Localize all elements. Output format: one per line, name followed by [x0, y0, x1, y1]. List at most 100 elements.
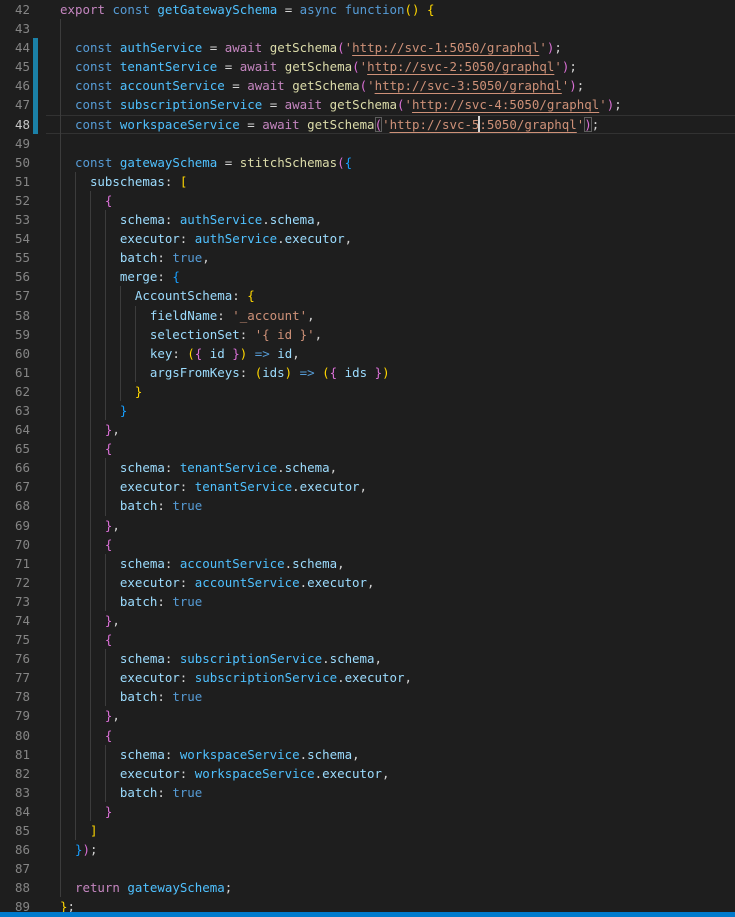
code-line[interactable]: 60key: ({ id }) => id,: [0, 344, 735, 363]
line-number[interactable]: 81: [0, 745, 46, 764]
line-number[interactable]: 58: [0, 306, 46, 325]
code-line[interactable]: 75{: [0, 630, 735, 649]
line-number[interactable]: 82: [0, 764, 46, 783]
code-token: executor: [307, 575, 367, 590]
line-number[interactable]: 63: [0, 401, 46, 420]
code-line[interactable]: 68batch: true: [0, 496, 735, 515]
line-number[interactable]: 83: [0, 783, 46, 802]
line-number[interactable]: 48: [0, 115, 46, 134]
line-number[interactable]: 80: [0, 726, 46, 745]
line-number[interactable]: 72: [0, 573, 46, 592]
code-line[interactable]: 42export const getGatewaySchema = async …: [0, 0, 735, 19]
code-token: .: [262, 212, 270, 227]
line-number[interactable]: 44: [0, 38, 46, 57]
line-number[interactable]: 52: [0, 191, 46, 210]
line-number[interactable]: 66: [0, 458, 46, 477]
code-line[interactable]: 63}: [0, 401, 735, 420]
code-line[interactable]: 65{: [0, 439, 735, 458]
line-number[interactable]: 88: [0, 878, 46, 897]
code-line[interactable]: 53schema: authService.schema,: [0, 210, 735, 229]
code-line[interactable]: 59selectionSet: '{ id }',: [0, 325, 735, 344]
line-number[interactable]: 76: [0, 649, 46, 668]
line-number[interactable]: 42: [0, 0, 46, 19]
code-line[interactable]: 55batch: true,: [0, 248, 735, 267]
code-token: :: [157, 594, 172, 609]
line-number[interactable]: 77: [0, 668, 46, 687]
code-line[interactable]: 51subschemas: [: [0, 172, 735, 191]
code-line[interactable]: 57AccountSchema: {: [0, 286, 735, 305]
code-token: schema: [120, 212, 165, 227]
line-number[interactable]: 57: [0, 286, 46, 305]
code-line[interactable]: 72executor: accountService.executor,: [0, 573, 735, 592]
code-line[interactable]: 43: [0, 19, 735, 38]
code-line[interactable]: 74},: [0, 611, 735, 630]
line-number[interactable]: 85: [0, 821, 46, 840]
code-line[interactable]: 84}: [0, 802, 735, 821]
code-line[interactable]: 69},: [0, 516, 735, 535]
line-number[interactable]: 56: [0, 267, 46, 286]
code-line[interactable]: 71schema: accountService.schema,: [0, 554, 735, 573]
line-number[interactable]: 71: [0, 554, 46, 573]
code-line[interactable]: 87: [0, 859, 735, 878]
line-number[interactable]: 65: [0, 439, 46, 458]
code-line[interactable]: 56merge: {: [0, 267, 735, 286]
code-line[interactable]: 82executor: workspaceService.executor,: [0, 764, 735, 783]
line-number[interactable]: 68: [0, 496, 46, 515]
code-line[interactable]: 67executor: tenantService.executor,: [0, 477, 735, 496]
line-number[interactable]: 62: [0, 382, 46, 401]
line-number[interactable]: 67: [0, 477, 46, 496]
code-line[interactable]: 44const authService = await getSchema('h…: [0, 38, 735, 57]
code-line[interactable]: 66schema: tenantService.schema,: [0, 458, 735, 477]
line-number[interactable]: 84: [0, 802, 46, 821]
line-number[interactable]: 64: [0, 420, 46, 439]
code-line[interactable]: 47const subscriptionService = await getS…: [0, 95, 735, 114]
code-line[interactable]: 79},: [0, 706, 735, 725]
line-number[interactable]: 78: [0, 687, 46, 706]
line-number[interactable]: 53: [0, 210, 46, 229]
code-line[interactable]: 61argsFromKeys: (ids) => ({ ids }): [0, 363, 735, 382]
code-line[interactable]: 78batch: true: [0, 687, 735, 706]
code-line[interactable]: 80{: [0, 726, 735, 745]
code-token: ,: [315, 212, 323, 227]
code-line[interactable]: 73batch: true: [0, 592, 735, 611]
code-line[interactable]: 62}: [0, 382, 735, 401]
code-line[interactable]: 85]: [0, 821, 735, 840]
line-number[interactable]: 59: [0, 325, 46, 344]
code-line[interactable]: 83batch: true: [0, 783, 735, 802]
line-number[interactable]: 74: [0, 611, 46, 630]
line-number[interactable]: 45: [0, 57, 46, 76]
line-number[interactable]: 49: [0, 134, 46, 153]
line-number[interactable]: 69: [0, 516, 46, 535]
code-line[interactable]: 86});: [0, 840, 735, 859]
line-number[interactable]: 46: [0, 76, 46, 95]
line-number[interactable]: 50: [0, 153, 46, 172]
line-number[interactable]: 54: [0, 229, 46, 248]
code-line[interactable]: 54executor: authService.executor,: [0, 229, 735, 248]
code-line[interactable]: 52{: [0, 191, 735, 210]
code-line[interactable]: 70{: [0, 535, 735, 554]
code-line[interactable]: 49: [0, 134, 735, 153]
code-line[interactable]: 58fieldName: '_account',: [0, 306, 735, 325]
line-number[interactable]: 79: [0, 706, 46, 725]
code-line[interactable]: 81schema: workspaceService.schema,: [0, 745, 735, 764]
code-line[interactable]: 88return gatewaySchema;: [0, 878, 735, 897]
code-line[interactable]: 45const tenantService = await getSchema(…: [0, 57, 735, 76]
code-line[interactable]: 46const accountService = await getSchema…: [0, 76, 735, 95]
line-number[interactable]: 60: [0, 344, 46, 363]
line-number[interactable]: 51: [0, 172, 46, 191]
code-line[interactable]: 48const workspaceService = await getSche…: [0, 115, 735, 134]
code-line[interactable]: 64},: [0, 420, 735, 439]
code-line[interactable]: 76schema: subscriptionService.schema,: [0, 649, 735, 668]
line-number[interactable]: 61: [0, 363, 46, 382]
line-number[interactable]: 73: [0, 592, 46, 611]
line-number[interactable]: 75: [0, 630, 46, 649]
code-token: '{ id }': [255, 327, 315, 342]
code-line[interactable]: 77executor: subscriptionService.executor…: [0, 668, 735, 687]
line-number[interactable]: 47: [0, 95, 46, 114]
line-number[interactable]: 87: [0, 859, 46, 878]
line-number[interactable]: 55: [0, 248, 46, 267]
code-line[interactable]: 50const gatewaySchema = stitchSchemas({: [0, 153, 735, 172]
line-number[interactable]: 86: [0, 840, 46, 859]
line-number[interactable]: 70: [0, 535, 46, 554]
line-number[interactable]: 43: [0, 19, 46, 38]
